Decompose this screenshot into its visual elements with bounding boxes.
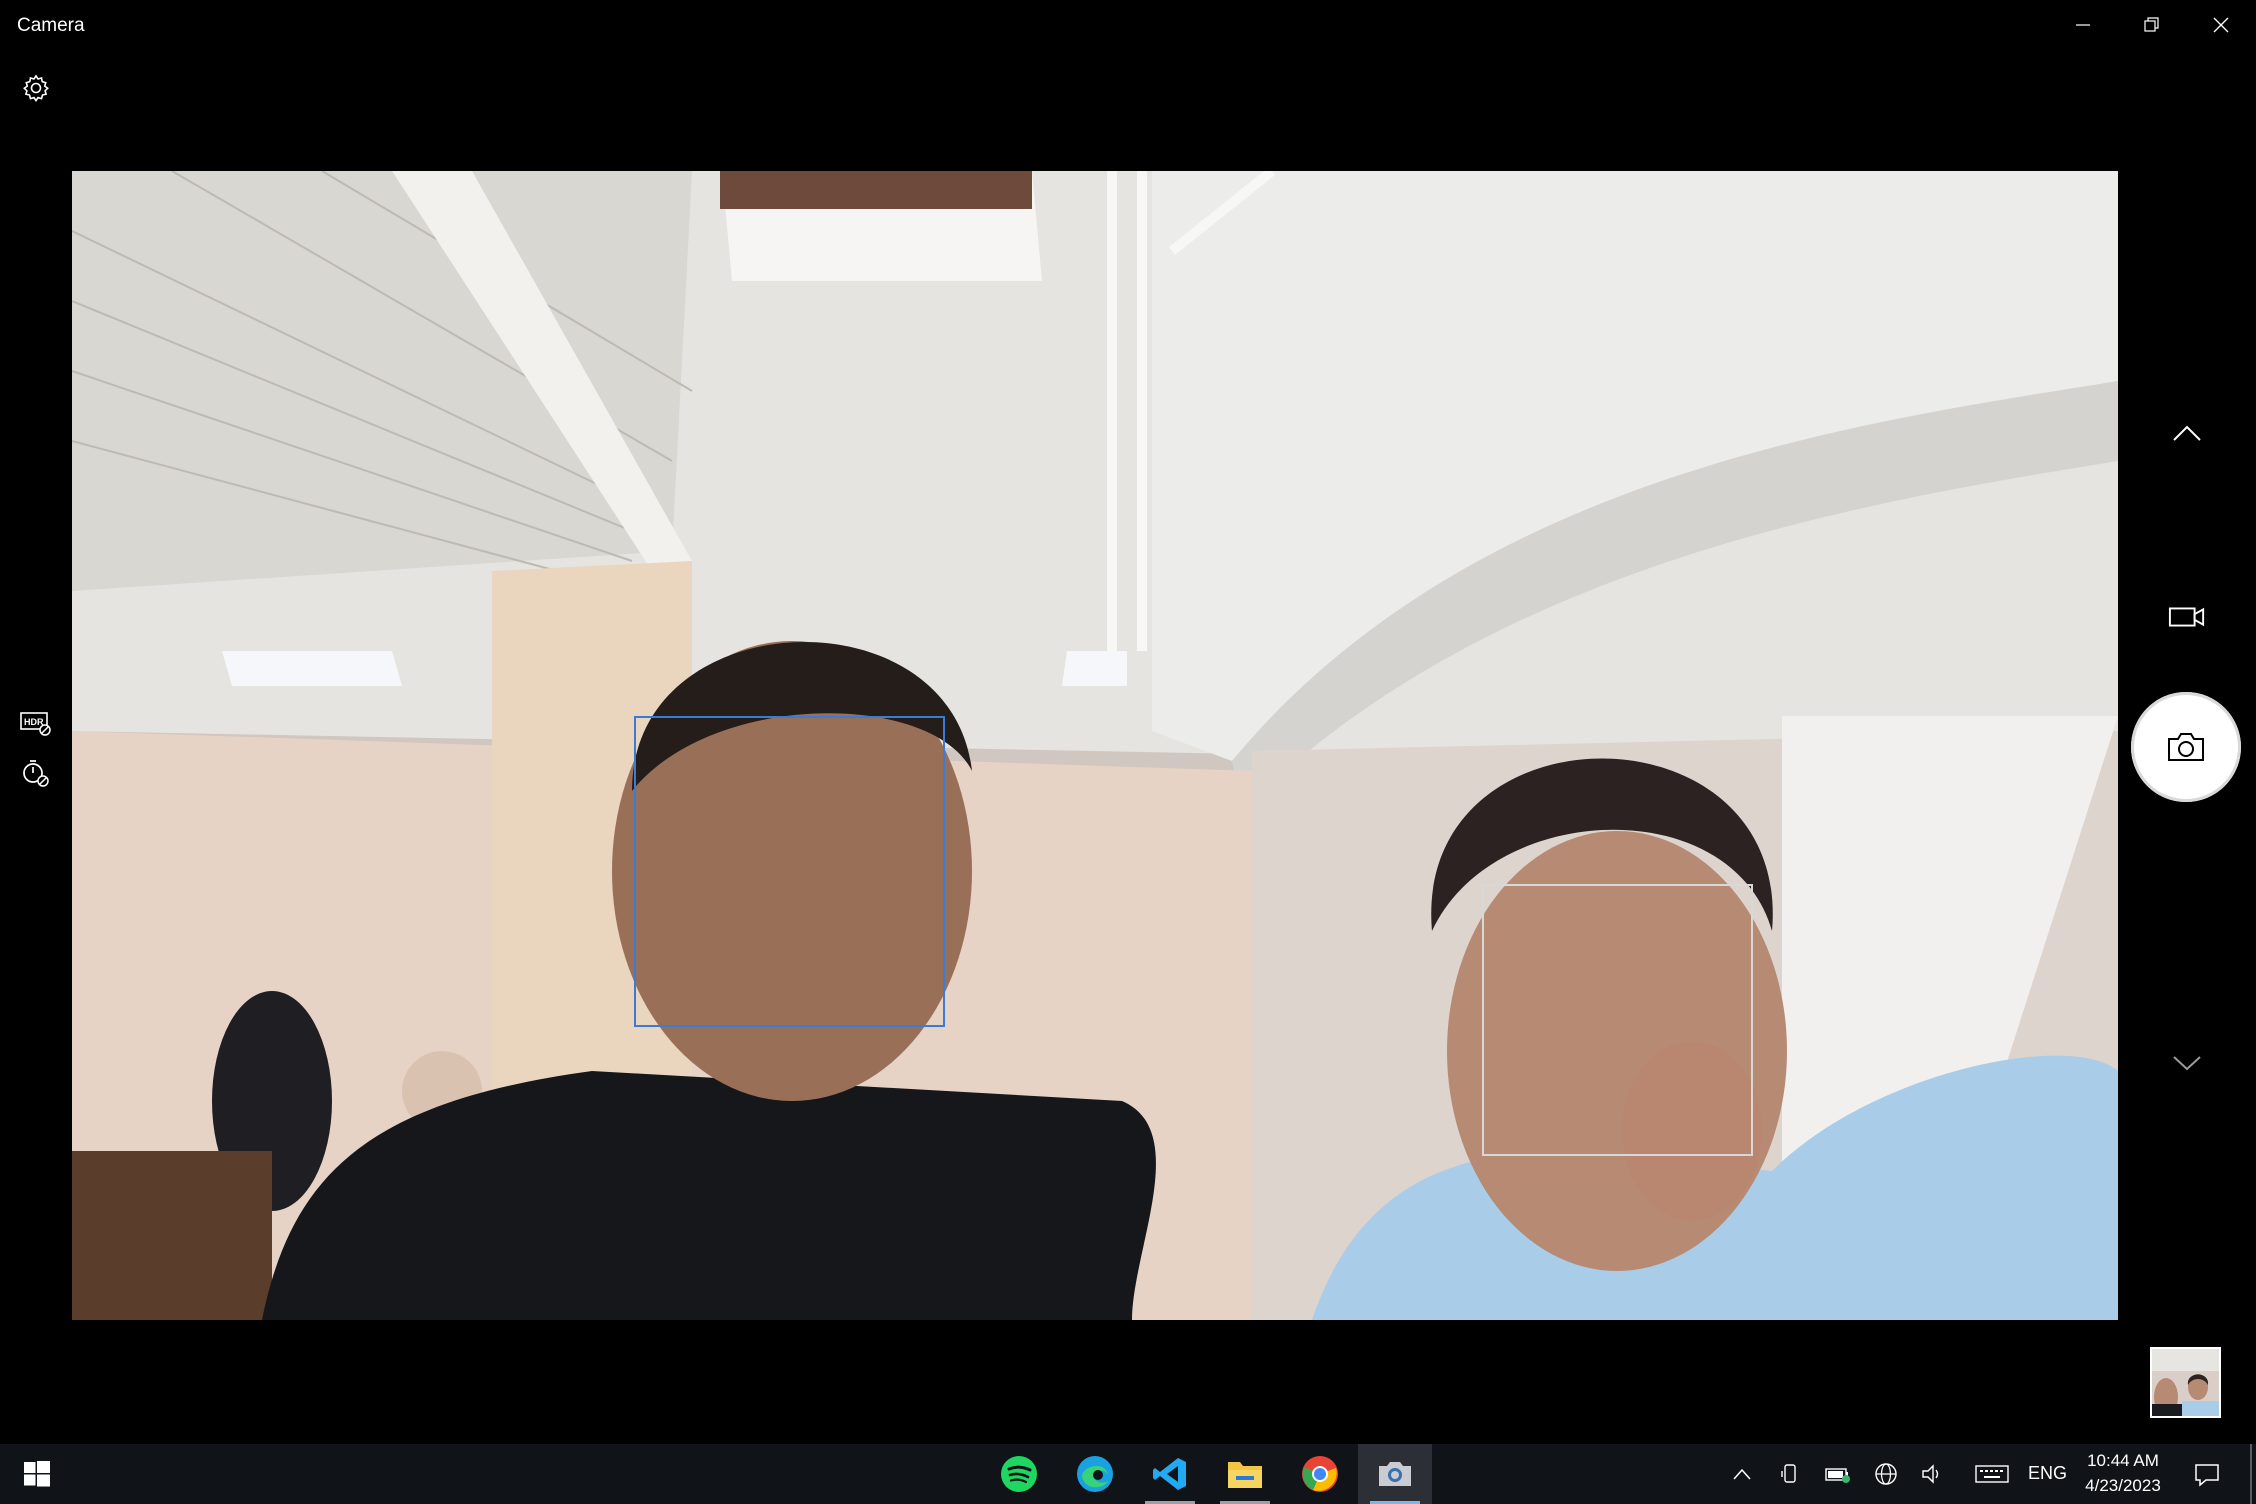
restore-icon [2143, 17, 2159, 32]
taskbar-app-chrome[interactable] [1283, 1444, 1357, 1504]
window-title: Camera [17, 15, 85, 36]
taskbar-app-spotify[interactable] [982, 1444, 1056, 1504]
close-icon [2213, 17, 2228, 33]
tray-volume[interactable] [1918, 1460, 1948, 1488]
settings-button[interactable] [18, 70, 54, 106]
taskbar-app-file-explorer[interactable] [1208, 1444, 1282, 1504]
windows-icon [24, 1461, 50, 1487]
mode-up-button[interactable] [2168, 414, 2206, 452]
taskbar-app-camera[interactable] [1358, 1444, 1432, 1504]
take-photo-button[interactable] [2131, 692, 2241, 802]
thumbnail-image [2152, 1349, 2219, 1416]
start-button[interactable] [0, 1444, 74, 1504]
tray-phone-link[interactable] [1775, 1460, 1805, 1488]
taskbar-app-edge[interactable] [1058, 1444, 1132, 1504]
tray-touch-keyboard[interactable] [1972, 1460, 2012, 1488]
title-bar: Camera [0, 0, 2256, 50]
hdr-off-icon: HDR [20, 712, 51, 736]
taskbar [0, 1444, 2256, 1504]
minimize-icon [2075, 24, 2090, 26]
last-capture-thumbnail[interactable] [2150, 1347, 2221, 1418]
notification-icon [2195, 1464, 2219, 1487]
tray-battery[interactable] [1823, 1460, 1853, 1488]
camera-preview-image [72, 171, 2118, 1320]
battery-charging-icon [1825, 1468, 1850, 1483]
notification-center-button[interactable] [2190, 1458, 2224, 1492]
keyboard-icon [1975, 1465, 2009, 1483]
mode-down-button[interactable] [2168, 1044, 2206, 1082]
spotify-icon [1001, 1456, 1037, 1492]
gear-icon [23, 74, 49, 102]
svg-text:HDR: HDR [24, 717, 44, 727]
phone-link-icon [1781, 1464, 1796, 1483]
chevron-up-icon [2173, 425, 2201, 441]
close-button[interactable] [2186, 0, 2255, 50]
video-camera-icon [2168, 607, 2205, 627]
timer-off-icon [23, 760, 49, 787]
chrome-icon [1302, 1456, 1338, 1492]
face-detection-box [1482, 884, 1753, 1156]
clock-time: 10:44 AM [2087, 1451, 2159, 1470]
vscode-icon [1153, 1458, 1186, 1490]
chevron-down-icon [2173, 1056, 2201, 1071]
face-detection-box [634, 716, 945, 1027]
show-hidden-icons-button[interactable] [1727, 1460, 1757, 1488]
globe-icon [1875, 1463, 1897, 1485]
clock-date: 4/23/2023 [2085, 1476, 2161, 1495]
restore-button[interactable] [2117, 0, 2186, 50]
camera-app-icon [1379, 1462, 1411, 1486]
taskbar-clock[interactable]: 10:44 AM 4/23/2023 [2078, 1448, 2168, 1498]
input-language-indicator[interactable]: ENG [2028, 1463, 2067, 1484]
taskbar-app-vscode[interactable] [1133, 1444, 1207, 1504]
camera-icon [2168, 733, 2204, 761]
camera-viewfinder[interactable] [72, 171, 2118, 1320]
video-mode-button[interactable] [2168, 598, 2206, 636]
speaker-icon [1922, 1464, 1939, 1484]
hdr-button[interactable]: HDR [18, 705, 54, 741]
minimize-button[interactable] [2048, 0, 2117, 50]
show-desktop-button[interactable] [2250, 1444, 2252, 1504]
timer-button[interactable] [18, 755, 54, 791]
tray-network[interactable] [1871, 1460, 1901, 1488]
edge-icon [1077, 1456, 1113, 1492]
folder-icon [1228, 1462, 1262, 1488]
chevron-up-icon [1733, 1468, 1751, 1480]
